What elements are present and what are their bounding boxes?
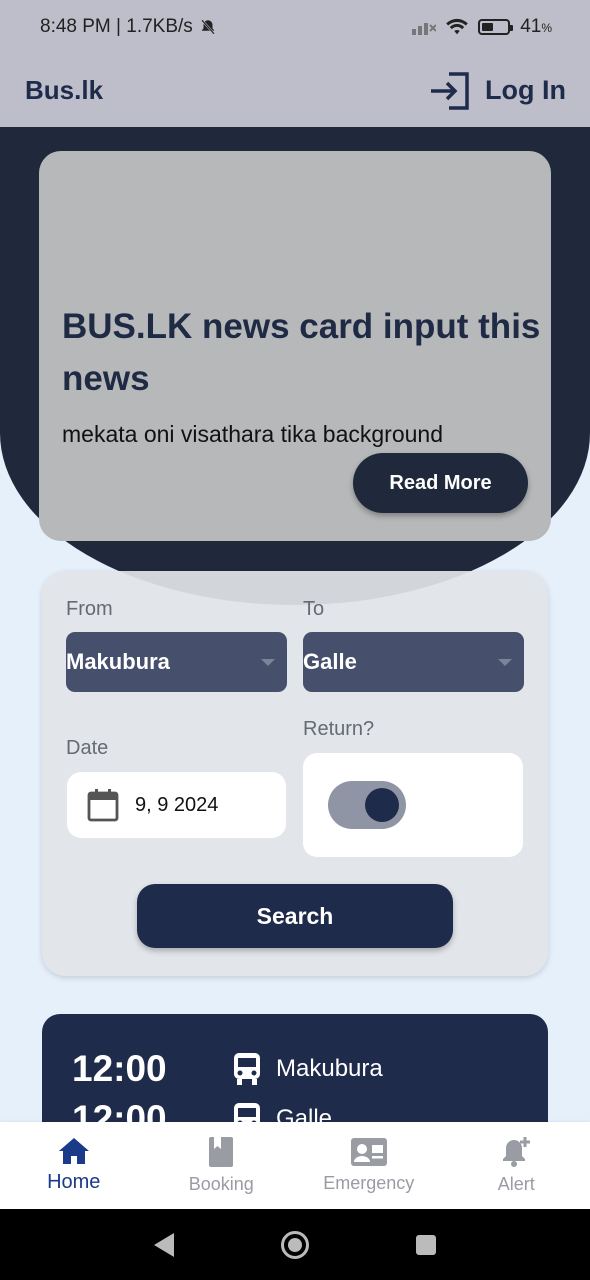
trip-place: Makubura [276,1055,383,1082]
status-bar: 8:48 PM | 1.7KB/s 41% [0,0,590,54]
search-button[interactable]: Search [137,884,453,948]
book-icon [209,1137,234,1167]
login-icon [431,71,469,110]
read-more-button[interactable]: Read More [353,453,528,513]
chevron-down-icon [498,658,512,666]
battery-icon [478,19,514,35]
to-label: To [303,598,325,620]
nav-item-alert[interactable]: Alert [443,1122,590,1209]
battery-percent: 41% [520,16,552,37]
home-circle-icon[interactable] [280,1230,310,1260]
login-label: Log In [485,75,566,105]
nav-label-booking: Booking [188,1174,254,1194]
news-card[interactable]: BUS.LK news card input this news mekata … [39,151,551,541]
trip-time: 12:00 [72,1048,167,1089]
app-bar: Bus.lk Log In [0,54,590,127]
status-time-speed: 8:48 PM | 1.7KB/s [40,16,193,37]
from-label: From [66,598,113,620]
brand-title: Bus.lk [25,75,104,105]
nav-label-alert: Alert [497,1174,535,1194]
system-nav-bar [0,1209,590,1280]
chevron-down-icon [261,658,275,666]
nav-label-emergency: Emergency [323,1173,415,1193]
login-button[interactable]: Log In [429,71,566,110]
mute-icon [200,19,215,35]
calendar-icon [87,789,119,822]
nav-label-home: Home [47,1171,101,1193]
from-dropdown[interactable]: Makubura [66,632,287,692]
news-title: BUS.LK news card input this news [62,307,541,398]
return-box [303,753,523,857]
back-icon[interactable] [152,1232,176,1258]
from-value: Makubura [66,649,170,674]
toggle-knob [365,788,399,822]
trip-row: 12:00 Makubura [72,1048,383,1090]
wifi-icon [446,18,468,35]
nav-item-emergency[interactable]: Emergency [295,1122,443,1209]
to-dropdown[interactable]: Galle [303,632,524,692]
return-label: Return? [303,718,375,740]
date-field[interactable]: 9, 9 2024 [67,772,286,838]
recents-icon[interactable] [414,1233,438,1257]
nav-item-home[interactable]: Home [0,1122,148,1209]
contact-card-icon [350,1138,387,1166]
date-value: 9, 9 2024 [135,793,219,816]
bottom-nav: Home Booking Emergency Alert [0,1122,590,1209]
bus-icon [234,1053,260,1085]
news-body: mekata oni visathara tika background [62,421,443,447]
return-toggle[interactable] [328,781,406,829]
home-icon [58,1138,89,1164]
date-label: Date [66,737,109,759]
signal-icon [412,23,437,35]
status-left: 8:48 PM | 1.7KB/s [40,16,217,38]
to-value: Galle [303,649,357,674]
bell-plus-icon [503,1137,531,1167]
status-right: 41% [412,16,552,38]
nav-item-booking[interactable]: Booking [148,1122,296,1209]
search-panel: From Makubura To Galle Date 9, 9 2024 Re… [42,571,548,976]
